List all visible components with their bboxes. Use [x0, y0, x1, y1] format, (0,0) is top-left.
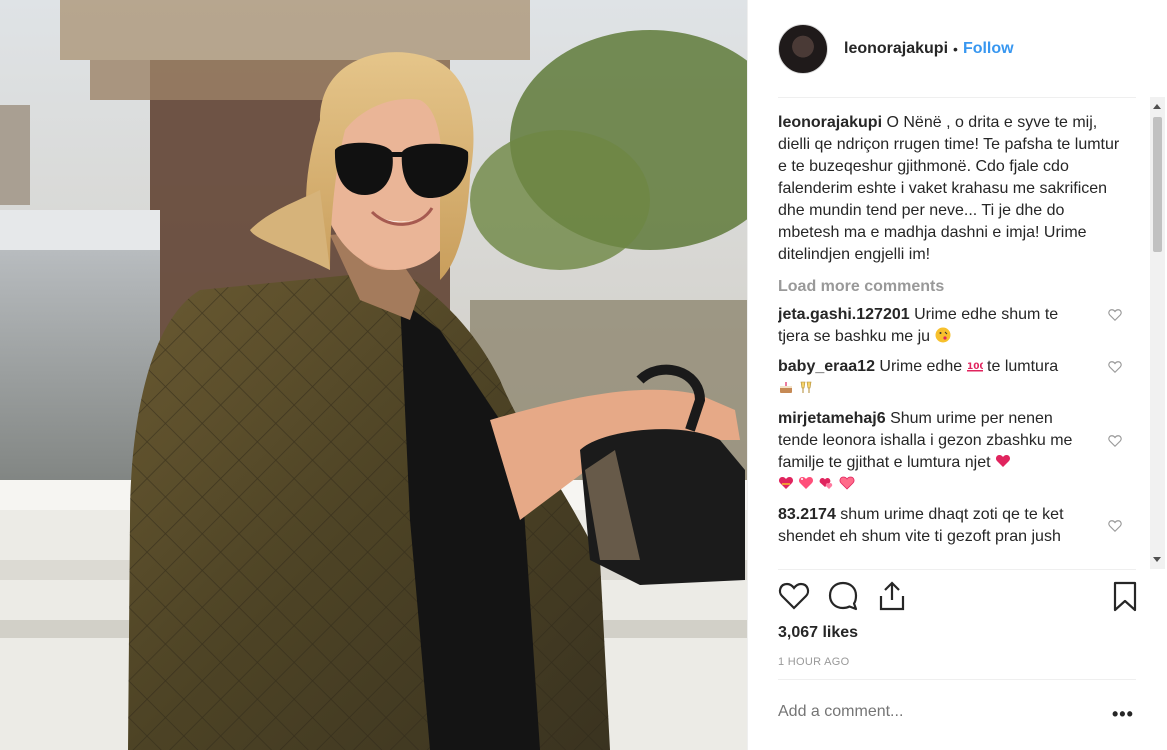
add-comment-input[interactable]	[778, 703, 1078, 721]
heart-fire-emoji	[778, 477, 794, 489]
comment-username[interactable]: baby_eraa12	[778, 358, 875, 375]
caption: leonorajakupi O Nënë , o drita e syve te…	[778, 112, 1123, 266]
heart-emoji	[839, 476, 855, 490]
divider	[778, 97, 1136, 98]
comment-item: jeta.gashi.127201 Urime edhe shum te tje…	[778, 304, 1122, 348]
post-header: leonorajakupi • Follow	[748, 0, 1167, 97]
caption-text: O Nënë , o drita e syve te mij, dielli q…	[778, 114, 1120, 263]
comment-username[interactable]: mirjetamehaj6	[778, 410, 886, 427]
red-heart-emoji	[995, 455, 1011, 467]
avatar[interactable]	[778, 23, 828, 74]
header-username[interactable]: leonorajakupi	[844, 40, 948, 58]
comment-username[interactable]: jeta.gashi.127201	[778, 306, 910, 323]
post-side-panel: leonorajakupi • Follow leonorajakupi O N…	[747, 0, 1167, 750]
divider	[778, 679, 1136, 680]
load-more-comments-button[interactable]: Load more comments	[778, 278, 1148, 296]
like-comment-heart-icon[interactable]	[1108, 308, 1122, 322]
caption-username[interactable]: leonorajakupi	[778, 114, 882, 131]
separator-dot: •	[953, 40, 958, 57]
comment-username[interactable]: 83.2174	[778, 506, 836, 523]
comment-item: mirjetamehaj6 Shum urime per nenen tende…	[778, 408, 1122, 496]
likes-count[interactable]: 3,067 likes	[778, 624, 858, 642]
post-actions	[778, 580, 1137, 616]
comment-item: baby_eraa12 Urime edhe 100 te lumtura	[778, 356, 1122, 400]
heart-icon[interactable]	[778, 580, 810, 612]
follow-button[interactable]: Follow	[963, 40, 1014, 58]
comment-item: 83.2174 shum urime dhaqt zoti qe te ket …	[778, 504, 1122, 548]
scroll-down-arrow-icon[interactable]	[1153, 557, 1161, 562]
100-emoji: 100	[966, 362, 983, 372]
kiss-face-emoji	[935, 327, 951, 343]
comments-scrollbar[interactable]	[1150, 97, 1165, 569]
bookmark-icon[interactable]	[1109, 580, 1141, 612]
comment-icon[interactable]	[827, 580, 859, 612]
comments-list[interactable]: leonorajakupi O Nënë , o drita e syve te…	[778, 112, 1148, 570]
scroll-up-arrow-icon[interactable]	[1153, 104, 1161, 109]
like-comment-heart-icon[interactable]	[1108, 360, 1122, 374]
cake-emoji	[780, 382, 792, 393]
divider	[778, 569, 1136, 570]
more-options-button[interactable]: •••	[1112, 704, 1134, 725]
clinking-glasses-emoji	[801, 381, 812, 393]
post-image	[0, 0, 747, 750]
post-photo[interactable]	[0, 0, 747, 750]
hearts-exchange-emoji	[819, 478, 833, 489]
scrollbar-thumb[interactable]	[1153, 117, 1162, 252]
post-timestamp[interactable]: 1 HOUR AGO	[778, 656, 849, 668]
comment-text: te lumtura	[987, 358, 1059, 375]
share-icon[interactable]	[876, 580, 908, 612]
comment-text: Urime edhe	[879, 358, 963, 375]
like-comment-heart-icon[interactable]	[1108, 519, 1122, 533]
like-comment-heart-icon[interactable]	[1108, 434, 1122, 448]
sparkling-heart-emoji	[799, 477, 814, 489]
